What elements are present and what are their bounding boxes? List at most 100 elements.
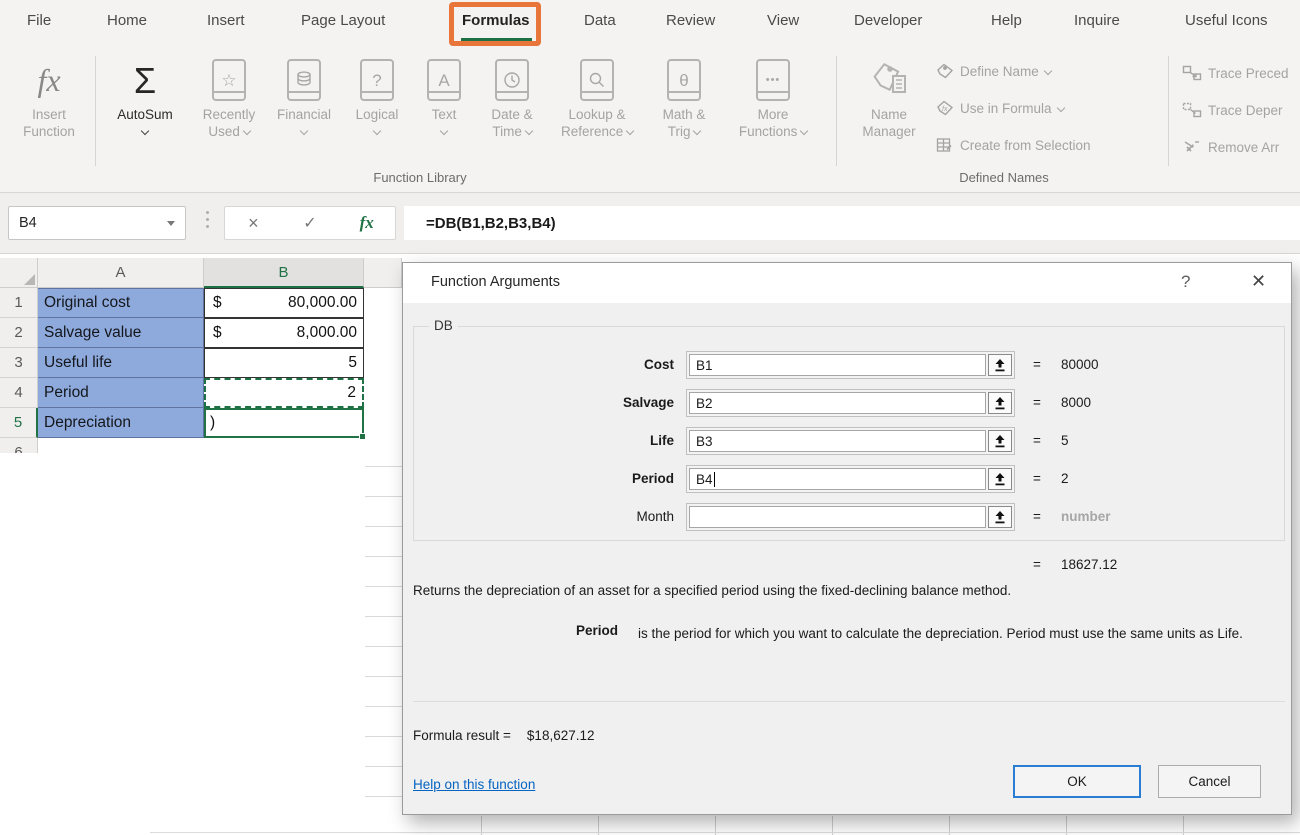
insert-function-fx-icon[interactable]: fx	[338, 213, 395, 233]
cell-value: 80,000.00	[288, 294, 363, 312]
more-functions-button[interactable]: ••• More Functions	[724, 54, 822, 170]
dialog-title-bar[interactable]: Function Arguments ? ✕	[403, 263, 1291, 303]
name-box-dropdown-icon[interactable]	[167, 221, 175, 226]
insert-function-label-1: Insert	[8, 106, 90, 123]
collapse-dialog-button[interactable]	[988, 506, 1012, 528]
dialog-separator	[413, 701, 1285, 702]
remove-arrows-button[interactable]: Remove Arr	[1182, 134, 1279, 160]
remove-arrows-icon	[1182, 139, 1202, 155]
cancel-entry-icon[interactable]: ×	[225, 213, 282, 234]
row-header-1[interactable]: 1	[0, 288, 38, 318]
logical-button[interactable]: ? Logical	[342, 54, 412, 170]
column-header-a[interactable]: A	[38, 258, 204, 288]
tab-view[interactable]: View	[767, 12, 799, 29]
define-name-button[interactable]: Define Name	[936, 58, 1051, 84]
cell-value: 2	[347, 384, 362, 402]
tab-review[interactable]: Review	[666, 12, 715, 29]
clock-icon	[503, 71, 521, 89]
row-header-4[interactable]: 4	[0, 378, 38, 408]
column-header-c-partial[interactable]	[364, 258, 402, 288]
equals-sign: =	[1033, 395, 1041, 410]
cell-b3[interactable]: 5	[204, 348, 364, 378]
tab-useful-icons[interactable]: Useful Icons	[1185, 12, 1268, 29]
row-header-2[interactable]: 2	[0, 318, 38, 348]
collapse-arrow-icon	[994, 510, 1006, 524]
lookup-reference-button[interactable]: Lookup & Reference	[550, 54, 644, 170]
use-in-formula-button[interactable]: fx Use in Formula	[936, 95, 1064, 121]
function-arguments-dialog: Function Arguments ? ✕ DB Cost B1 = 8000…	[402, 262, 1292, 815]
name-box[interactable]: B4	[8, 206, 186, 240]
tab-file[interactable]: File	[27, 12, 51, 29]
logical-book-icon: ?	[360, 59, 394, 101]
trace-precedents-button[interactable]: Trace Preced	[1182, 60, 1289, 86]
month-input[interactable]	[689, 506, 986, 528]
trace-dependents-button[interactable]: Trace Deper	[1182, 97, 1283, 123]
fx-icon: fx	[37, 72, 60, 89]
tab-inquire[interactable]: Inquire	[1074, 12, 1120, 29]
cell-b1[interactable]: $ 80,000.00	[204, 288, 364, 318]
text-button[interactable]: A Text	[414, 54, 474, 170]
autosum-button[interactable]: Σ AutoSum	[100, 54, 190, 170]
cancel-button[interactable]: Cancel	[1158, 765, 1261, 798]
cell-a3[interactable]: Useful life	[38, 348, 204, 378]
tab-home[interactable]: Home	[107, 12, 147, 29]
create-from-selection-icon	[936, 137, 954, 153]
insert-function-button[interactable]: fx Insert Function	[8, 54, 90, 170]
row-header-6-partial[interactable]: 6	[0, 438, 38, 453]
date-time-button[interactable]: Date & Time	[476, 54, 548, 170]
salvage-label: Salvage	[463, 395, 674, 410]
cell-a2[interactable]: Salvage value	[38, 318, 204, 348]
tab-page-layout[interactable]: Page Layout	[301, 12, 385, 29]
math-trig-button[interactable]: θ Math & Trig	[646, 54, 722, 170]
column-header-b[interactable]: B	[204, 258, 364, 288]
tab-developer[interactable]: Developer	[854, 12, 922, 29]
dialog-help-icon[interactable]: ?	[1181, 272, 1190, 292]
cell-b4-marching-ants[interactable]: 2	[204, 378, 364, 408]
formula-bar-resize-handle[interactable]	[206, 211, 209, 228]
collapse-dialog-button[interactable]	[988, 430, 1012, 452]
equals-sign: =	[1033, 471, 1041, 486]
formulas-tab-highlight-annotation	[449, 2, 541, 46]
chevron-down-icon	[1044, 67, 1052, 75]
recently-used-button[interactable]: ☆ Recently Used	[192, 54, 266, 170]
field-row-month: Month = number	[403, 503, 1291, 531]
life-input[interactable]: B3	[689, 430, 986, 452]
tab-insert[interactable]: Insert	[207, 12, 245, 29]
remove-arrows-label: Remove Arr	[1208, 140, 1279, 155]
enter-entry-icon[interactable]: ✓	[282, 213, 339, 233]
field-row-period: Period B4 = 2	[403, 465, 1291, 493]
formula-input[interactable]: =DB(B1,B2,B3,B4)	[404, 206, 1300, 240]
financial-button[interactable]: Financial	[266, 54, 342, 170]
cost-refedit: B1	[686, 351, 1015, 379]
name-manager-button[interactable]: Name Manager	[846, 54, 932, 170]
cost-input[interactable]: B1	[689, 354, 986, 376]
help-on-this-function-link[interactable]: Help on this function	[413, 777, 535, 792]
cost-label: Cost	[463, 357, 674, 372]
cell-a5[interactable]: Depreciation	[38, 408, 204, 438]
cell-b5-active[interactable]: )	[204, 408, 364, 438]
tab-help[interactable]: Help	[991, 12, 1022, 29]
cell-a1[interactable]: Original cost	[38, 288, 204, 318]
collapse-dialog-button[interactable]	[988, 392, 1012, 414]
row-header-5[interactable]: 5	[0, 408, 38, 438]
currency-symbol: $	[205, 324, 222, 342]
formula-text: =DB(B1,B2,B3,B4)	[426, 215, 556, 232]
select-all-corner[interactable]	[0, 258, 38, 288]
chevron-down-icon	[1056, 104, 1064, 112]
collapse-dialog-button[interactable]	[988, 354, 1012, 376]
collapse-dialog-button[interactable]	[988, 468, 1012, 490]
ok-button[interactable]: OK	[1013, 765, 1141, 798]
cell-b2[interactable]: $ 8,000.00	[204, 318, 364, 348]
row-header-3[interactable]: 3	[0, 348, 38, 378]
dialog-close-icon[interactable]: ✕	[1251, 271, 1266, 292]
period-label: Period	[463, 471, 674, 486]
period-input[interactable]: B4	[689, 468, 986, 490]
cell-a4[interactable]: Period	[38, 378, 204, 408]
salvage-input[interactable]: B2	[689, 392, 986, 414]
month-refedit	[686, 503, 1015, 531]
name-manager-tag-icon	[869, 60, 909, 100]
more-functions-label-2: Functions	[739, 124, 798, 139]
create-from-selection-button[interactable]: Create from Selection	[936, 132, 1091, 158]
tab-data[interactable]: Data	[584, 12, 616, 29]
currency-symbol: $	[205, 294, 222, 312]
